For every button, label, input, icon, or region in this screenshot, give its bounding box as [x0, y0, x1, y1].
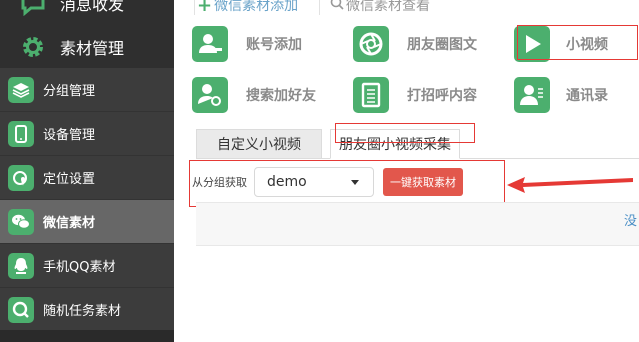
search-icon — [330, 0, 344, 14]
task-icon — [8, 296, 34, 323]
sidebar-item-label: 素材管理 — [60, 39, 125, 58]
sidebar-item-messages[interactable]: 消息收发 — [0, 0, 174, 20]
document-icon — [353, 77, 389, 113]
wechat-icon — [8, 208, 34, 235]
sidebar-item-label: 消息收发 — [60, 0, 125, 14]
tab-custom-video[interactable]: 自定义小视频 — [196, 129, 322, 159]
sidebar-item-label: 分组管理 — [43, 84, 96, 99]
feature-label: 朋友圈图文 — [407, 37, 477, 53]
sidebar-item-label: 定位设置 — [43, 172, 96, 187]
phone-icon — [8, 120, 34, 147]
sidebar-item-label: 随机任务素材 — [43, 304, 122, 319]
camera-shutter-icon — [353, 26, 389, 62]
sidebar-item-qq[interactable]: 手机QQ素材 — [0, 244, 174, 288]
group-select[interactable]: demo — [254, 167, 374, 197]
fetch-from-group-label: 从分组获取 — [192, 176, 247, 189]
truncated-text: 没 — [624, 214, 638, 229]
feature-label: 搜索加好友 — [246, 88, 316, 104]
contacts-icon — [514, 77, 550, 113]
feature-contacts[interactable]: 通讯录 — [514, 75, 608, 115]
feature-search-add-friend[interactable]: 搜索加好友 — [192, 75, 316, 115]
add-user-icon — [192, 26, 228, 62]
fetch-materials-button[interactable]: 一键获取素材 — [383, 168, 463, 196]
feature-moments-posts[interactable]: 朋友圈图文 — [353, 24, 477, 64]
sidebar-item-materials[interactable]: 素材管理 — [0, 30, 174, 64]
tab-wechat-material-add[interactable]: + 微信素材添加 — [194, 0, 320, 16]
sidebar: 消息收发 素材管理 分组管理 设备管理 定位设置 微信素材 手机QQ素材 随机任… — [0, 0, 174, 342]
search-user-icon — [192, 77, 228, 113]
feature-greeting-content[interactable]: 打招呼内容 — [353, 75, 477, 115]
layers-icon — [8, 76, 34, 103]
chat-icon — [20, 0, 46, 16]
chevron-down-icon — [351, 180, 359, 185]
sidebar-item-location[interactable]: 定位设置 — [0, 156, 174, 200]
highlight-box-collect-tab — [335, 123, 475, 143]
sidebar-item-label: 设备管理 — [43, 128, 96, 143]
qq-icon — [8, 252, 34, 279]
sidebar-item-groups[interactable]: 分组管理 — [0, 68, 174, 112]
feature-add-account[interactable]: 账号添加 — [192, 24, 302, 64]
plus-icon: + — [197, 0, 213, 16]
sidebar-bottom — [0, 330, 174, 342]
group-select-value: demo — [267, 174, 307, 190]
table-header-band — [196, 202, 639, 246]
highlight-box-short-video — [517, 25, 638, 60]
sidebar-item-label: 手机QQ素材 — [43, 260, 116, 275]
location-icon — [8, 164, 34, 191]
tab-wechat-material-view[interactable]: 微信素材查看 — [330, 0, 460, 15]
sidebar-item-random-task[interactable]: 随机任务素材 — [0, 288, 174, 332]
arrow-icon — [507, 177, 633, 193]
sidebar-item-devices[interactable]: 设备管理 — [0, 112, 174, 156]
sidebar-item-label: 微信素材 — [43, 216, 96, 231]
feature-label: 账号添加 — [246, 37, 302, 53]
feature-label: 打招呼内容 — [407, 88, 477, 104]
sidebar-item-wechat[interactable]: 微信素材 — [0, 200, 174, 244]
gear-icon — [20, 34, 46, 60]
feature-label: 通讯录 — [566, 88, 608, 104]
